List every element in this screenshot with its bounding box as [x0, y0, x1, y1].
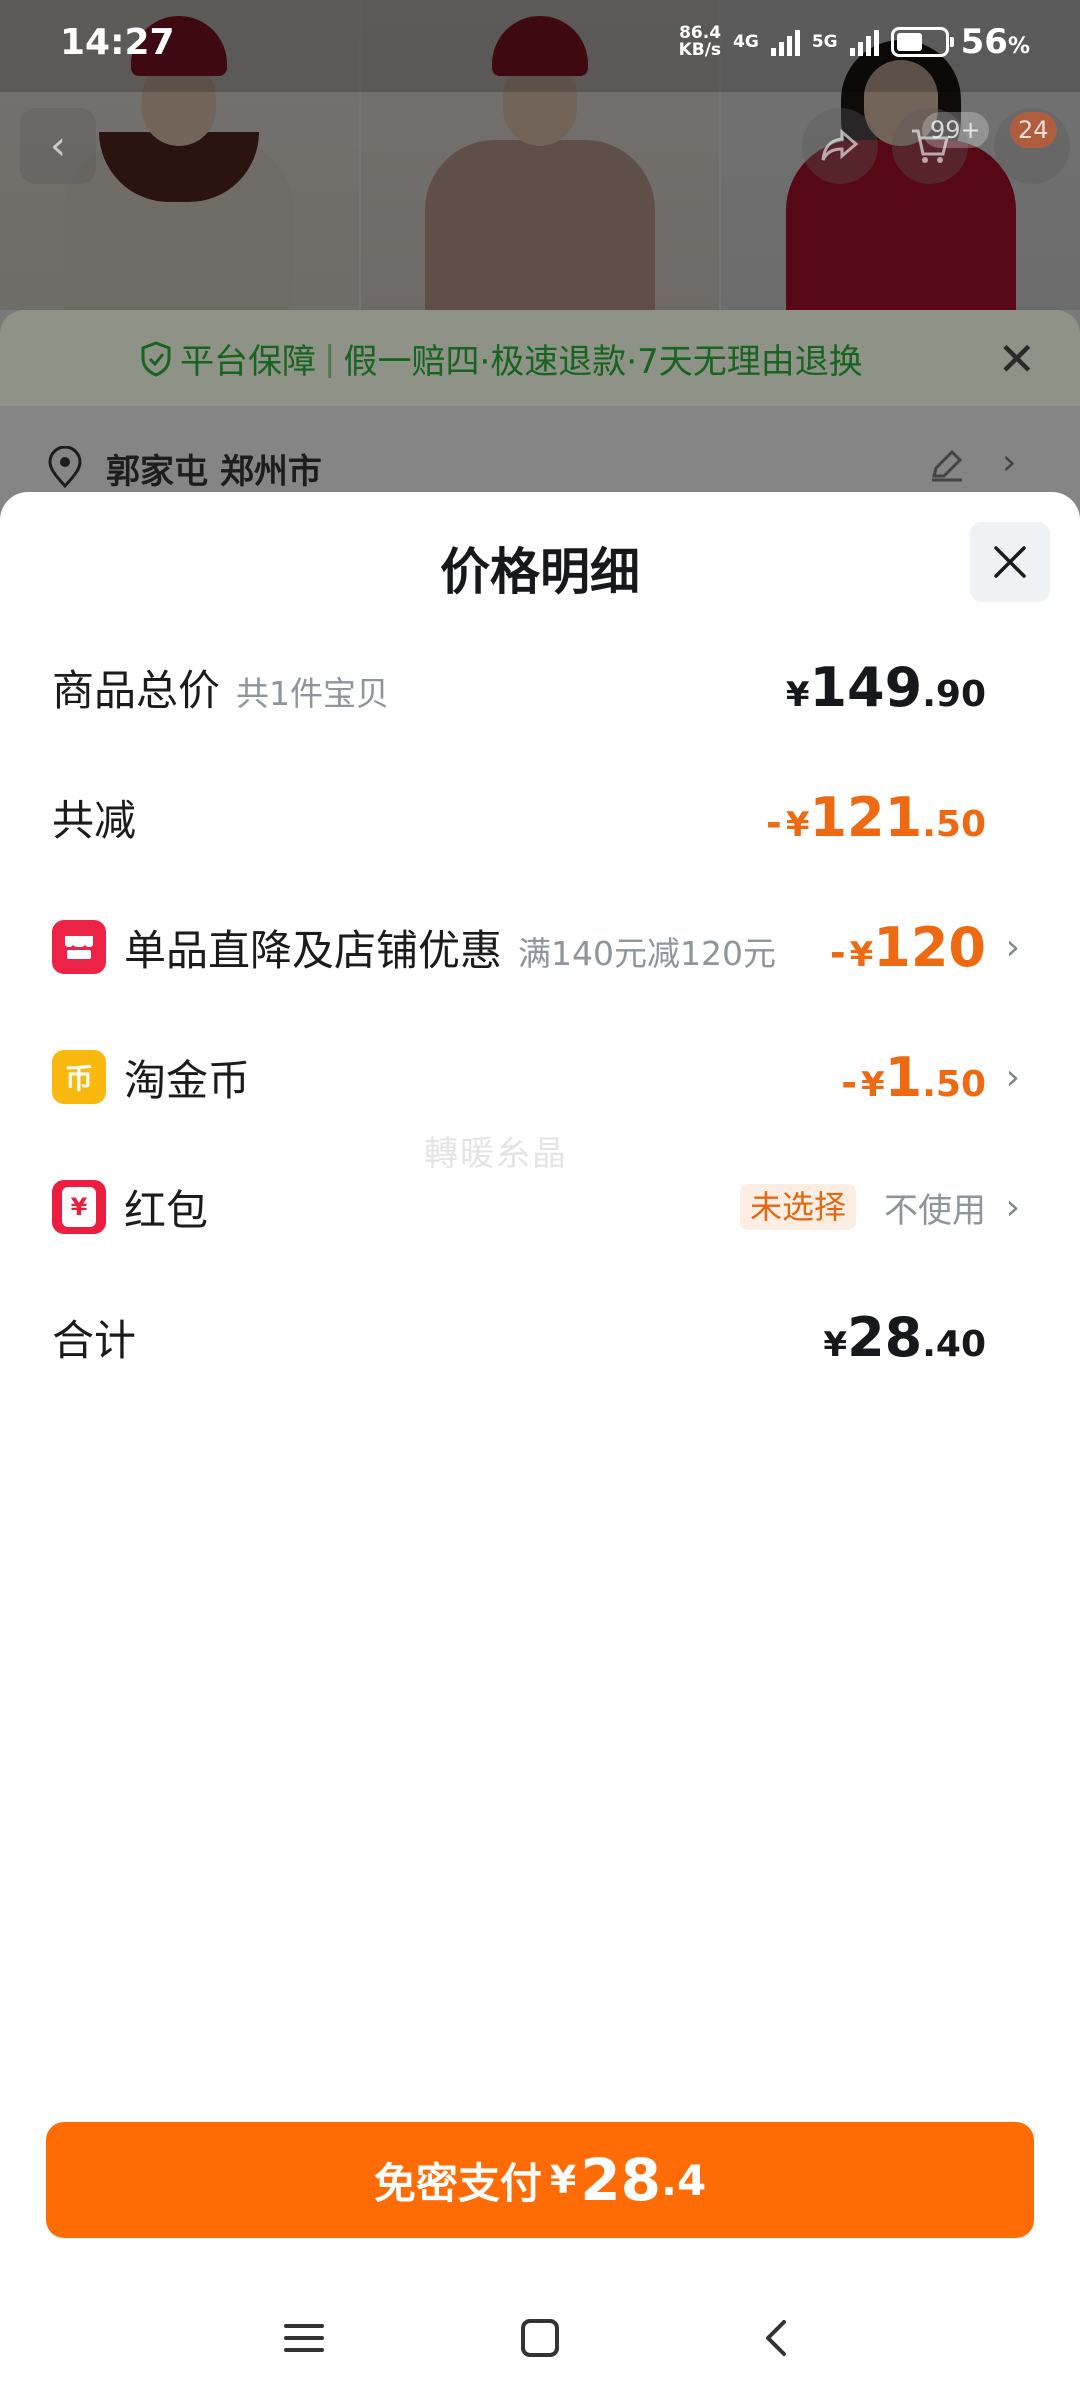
goods-total-label: 商品总价	[52, 665, 221, 715]
price-detail-sheet: 价格明细 商品总价 共1件宝贝 ¥149.90 共减 - ¥121.50 单品直降及…	[0, 492, 1080, 2400]
chevron-right-icon: ›	[1005, 1056, 1020, 1098]
unselected-tag: 未选择	[739, 1184, 856, 1230]
total-reduction-label: 共减	[52, 795, 137, 845]
taojinbi-value: - ¥1.50	[841, 1045, 986, 1109]
message-count-badge: 24	[1010, 112, 1057, 148]
password-free-pay-button[interactable]: 免密支付 ¥ 28 .4	[46, 2122, 1034, 2238]
cart-count-badge: 99+	[922, 112, 989, 148]
network-speed: 86.4 KB/s	[678, 23, 722, 60]
chevron-right-icon: ›	[1005, 1186, 1020, 1228]
system-navigation-bar	[0, 2272, 1080, 2400]
chevron-right-icon: ›	[1002, 442, 1017, 483]
guarantee-separator: |	[324, 338, 336, 379]
sheet-close-button[interactable]	[970, 522, 1050, 602]
guarantee-close-icon: ✕	[997, 332, 1036, 386]
total-reduction-value: - ¥121.50	[766, 785, 986, 849]
sheet-title: 价格明细	[440, 543, 640, 601]
signal-5g-icon	[849, 28, 879, 56]
signal-4g-icon	[770, 28, 800, 56]
row-goods-total: 商品总价 共1件宝贝 ¥149.90	[0, 642, 1080, 732]
edit-pencil-icon	[932, 449, 963, 482]
network-4g-label: 4G	[733, 31, 759, 52]
goods-count-label: 共1件宝贝	[236, 673, 390, 713]
close-icon	[994, 546, 1026, 578]
shield-check-icon	[141, 340, 171, 377]
row-total-reduction: 共减 - ¥121.50	[0, 772, 1080, 862]
menu-icon	[284, 2324, 324, 2352]
taojinbi-label: 淘金币	[124, 1055, 251, 1105]
address-text: 郭家屯 郑州市	[106, 452, 322, 492]
location-pin-icon	[48, 446, 82, 488]
chevron-right-icon: ›	[1005, 926, 1020, 968]
battery-icon	[890, 27, 954, 57]
store-discount-condition: 满140元减120元	[518, 933, 776, 973]
background-product-page: ‹ 99+ 24 14:27 86.4 KB/s 4G 5G 56% 平台保障 …	[0, 0, 1080, 540]
sum-value: ¥28.40	[823, 1305, 986, 1369]
share-icon	[802, 108, 878, 184]
watermark-text: 轉暖糸晶	[424, 1134, 568, 1174]
store-icon	[52, 920, 106, 974]
guarantee-title: 平台保障	[180, 342, 316, 382]
battery-percent: 56%	[960, 22, 1030, 62]
status-bar: 14:27 86.4 KB/s 4G 5G 56%	[0, 0, 1080, 92]
pay-button-label: 免密支付	[373, 2158, 542, 2208]
sum-label: 合计	[52, 1315, 137, 1365]
network-5g-label: 5G	[811, 31, 838, 52]
platform-guarantee-bar: 平台保障 | 假一赔四·极速退款·7天无理由退换 ✕	[0, 310, 1080, 406]
hongbao-label: 红包	[124, 1185, 209, 1235]
hongbao-value: 不使用	[884, 1190, 986, 1231]
goods-total-value: ¥149.90	[785, 655, 986, 719]
coin-icon: 币	[52, 1050, 106, 1104]
guarantee-items: 假一赔四·极速退款·7天无理由退换	[343, 342, 863, 382]
row-store-discount[interactable]: 单品直降及店铺优惠 满140元减120元 - ¥120 ›	[0, 902, 1080, 992]
row-sum: 合计 ¥28.40	[0, 1292, 1080, 1382]
row-taojinbi[interactable]: 币 淘金币 - ¥1.50 ›	[0, 1032, 1080, 1122]
status-time: 14:27	[60, 22, 175, 63]
home-square-icon	[521, 2319, 559, 2357]
back-icon: ‹	[20, 108, 96, 184]
home-button[interactable]	[510, 2308, 570, 2368]
row-hongbao[interactable]: ¥ 红包 未选择 不使用 ›	[0, 1162, 1080, 1252]
recent-apps-button[interactable]	[274, 2308, 334, 2368]
back-button[interactable]	[746, 2308, 806, 2368]
red-packet-icon: ¥	[52, 1180, 106, 1234]
store-discount-label: 单品直降及店铺优惠	[124, 925, 503, 975]
status-indicators: 86.4 KB/s 4G 5G 56%	[679, 22, 1030, 62]
store-discount-value: - ¥120	[829, 915, 986, 979]
back-arrow-icon	[766, 2320, 786, 2356]
